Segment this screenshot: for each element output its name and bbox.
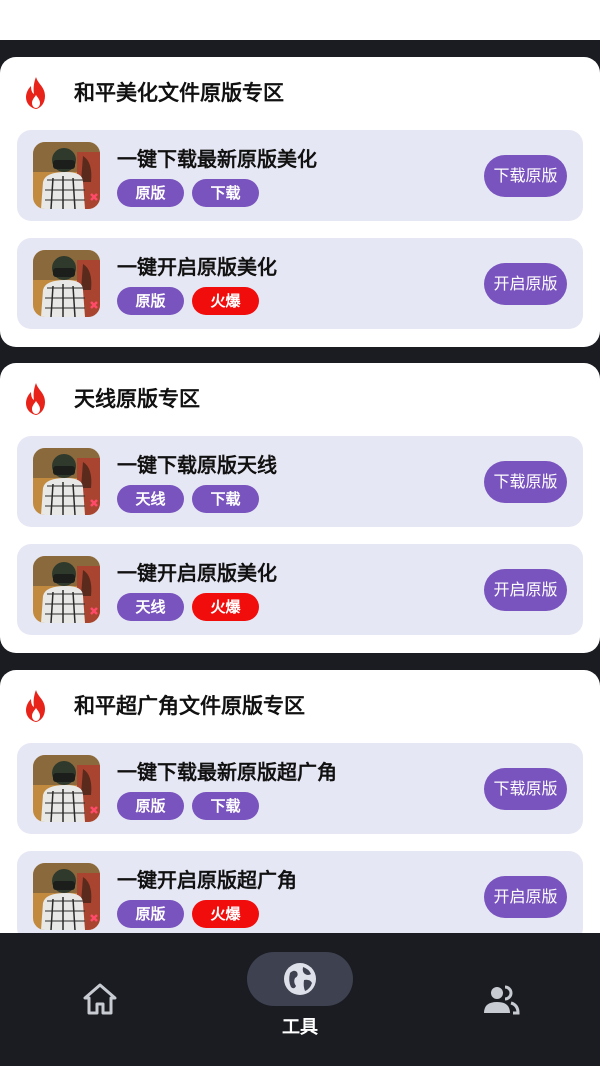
open-original-button[interactable]: 开启原版 [484,876,567,918]
tag-badge: 原版 [117,792,184,820]
nav-tools-label[interactable]: 工具 [250,1013,350,1039]
content-scroll[interactable]: 和平美化文件原版专区 一键下载最新原版美化 原版 下载 下载原版 一键开启原版美化 原版 火爆… [0,40,600,933]
game-thumbnail [33,556,100,623]
list-item[interactable]: 一键下载原版天线天线 下载 下载原版 [17,436,583,527]
item-title: 一键开启原版美化 [117,255,277,279]
item-title: 一键开启原版超广角 [117,868,297,892]
list-item[interactable]: 一键开启原版美化天线 火爆 开启原版 [17,544,583,635]
item-title: 一键下载最新原版超广角 [117,760,337,784]
tag-badge: 下载 [192,485,259,513]
bottom-nav: 工具 [0,933,600,1066]
tag-badge: 火爆 [192,900,259,928]
section-title: 和平超广角文件原版专区 [74,694,305,718]
section-header: 和平美化文件原版专区 [0,57,600,129]
tag-badge: 火爆 [192,287,259,315]
item-title: 一键下载原版天线 [117,453,277,477]
list-item[interactable]: 一键下载最新原版美化原版 下载 下载原版 [17,130,583,221]
tag-badge: 原版 [117,179,184,207]
users-icon [484,985,520,1015]
tag-badge: 天线 [117,593,184,621]
tag-badge: 天线 [117,485,184,513]
section-card: 天线原版专区 一键下载原版天线 天线 下载 下载原版 一键开启原版美化 天线 火爆 开启原版 [0,363,600,653]
section-title: 天线原版专区 [74,387,200,411]
fire-icon [26,77,45,109]
game-thumbnail [33,250,100,317]
tag-badge: 下载 [192,179,259,207]
game-thumbnail [33,448,100,515]
home-icon [83,983,117,1015]
list-item[interactable]: 一键开启原版超广角原版 火爆 开启原版 [17,851,583,933]
list-item[interactable]: 一键开启原版美化原版 火爆 开启原版 [17,238,583,329]
nav-tools[interactable] [247,952,353,1006]
game-thumbnail [33,755,100,822]
game-thumbnail [33,863,100,930]
tag-badge: 火爆 [192,593,259,621]
tag-badge: 原版 [117,287,184,315]
tag-badge: 下载 [192,792,259,820]
section-title: 和平美化文件原版专区 [74,81,284,105]
download-original-button[interactable]: 下载原版 [484,461,567,503]
item-title: 一键下载最新原版美化 [117,147,317,171]
nav-user[interactable] [481,983,521,1017]
tag-badge: 原版 [117,900,184,928]
section-header: 天线原版专区 [0,363,600,435]
fire-icon [26,690,45,722]
list-item[interactable]: 一键下载最新原版超广角原版 下载 下载原版 [17,743,583,834]
fire-icon [26,383,45,415]
section-header: 和平超广角文件原版专区 [0,670,600,742]
status-bar [0,0,600,40]
download-original-button[interactable]: 下载原版 [484,155,567,197]
globe-icon [284,963,316,995]
open-original-button[interactable]: 开启原版 [484,569,567,611]
download-original-button[interactable]: 下载原版 [484,768,567,810]
section-card: 和平美化文件原版专区 一键下载最新原版美化 原版 下载 下载原版 一键开启原版美化 原版 火爆… [0,57,600,347]
open-original-button[interactable]: 开启原版 [484,263,567,305]
section-card: 和平超广角文件原版专区 一键下载最新原版超广角 原版 下载 下载原版 一键开启原版超广角原… [0,670,600,933]
item-title: 一键开启原版美化 [117,561,277,585]
game-thumbnail [33,142,100,209]
nav-home[interactable] [80,981,120,1017]
